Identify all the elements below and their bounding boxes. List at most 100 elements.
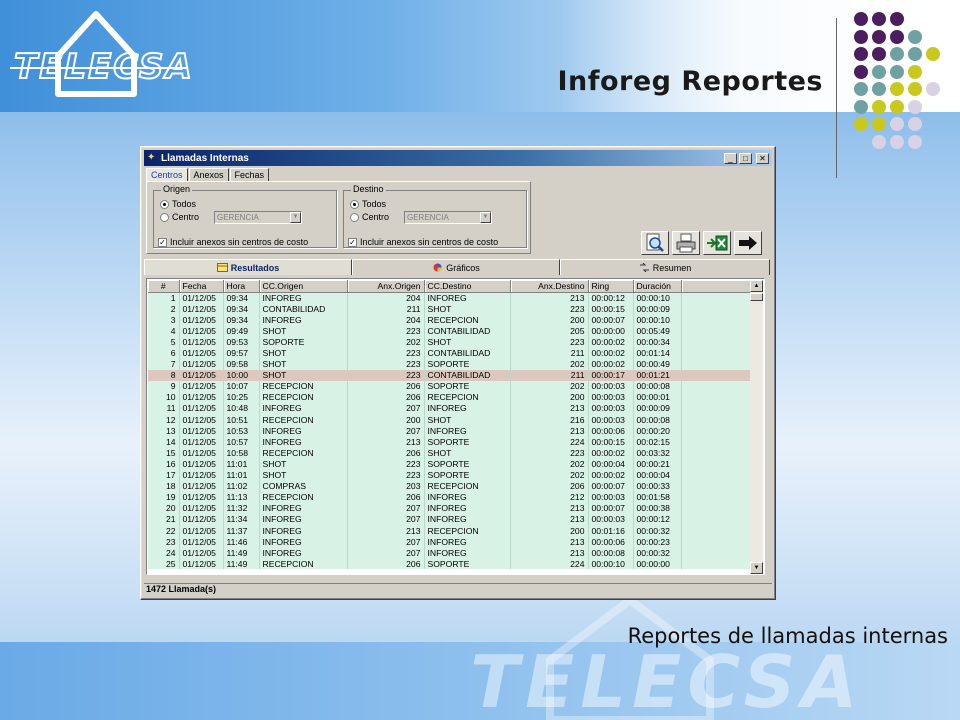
table-row[interactable]: 21 01/12/05 11:34 INFOREG 207 INFOREG 213 00:00… [148, 513, 751, 525]
decorative-dot [890, 12, 904, 26]
tab-anexos[interactable]: Anexos [188, 168, 229, 182]
table-cell: RECEPCION [259, 558, 348, 570]
origin-all-radio[interactable]: Todos [160, 199, 196, 209]
col-header-duracion[interactable]: Duración [633, 280, 682, 293]
col-header-anx-origen[interactable]: Anx.Origen [347, 280, 425, 293]
scroll-down-icon[interactable]: ▼ [750, 562, 763, 574]
destination-include-checkbox[interactable]: ✓ Incluir anexos sin centros de costo [348, 237, 498, 247]
table-cell-filler [681, 369, 751, 381]
table-row[interactable]: 15 01/12/05 10:58 RECEPCION 206 SHOT 223 00:00:… [148, 447, 751, 459]
table-row[interactable]: 1 01/12/05 09:34 INFOREG 204 INFOREG 213 00:00:… [148, 292, 751, 304]
table-row[interactable]: 3 01/12/05 09:34 INFOREG 204 RECEPCION 200 00:0… [148, 314, 751, 326]
table-row[interactable]: 7 01/12/05 09:58 SHOT 223 SOPORTE 202 00:00:02 0… [148, 358, 751, 370]
table-cell: 207 [347, 502, 425, 514]
table-cell: 207 [347, 402, 425, 415]
table-cell: 223 [347, 469, 425, 481]
table-row[interactable]: 12 01/12/05 10:51 RECEPCION 200 SHOT 216 00:00:… [148, 414, 751, 426]
table-cell: 204 [347, 314, 425, 326]
col-header-hora[interactable]: Hora [223, 280, 260, 293]
destination-center-radio[interactable]: Centro [350, 212, 389, 222]
table-row[interactable]: 11 01/12/05 10:48 INFOREG 207 INFOREG 213 00:00… [148, 402, 751, 415]
tab-centros[interactable]: Centros [146, 168, 188, 182]
chevron-down-icon[interactable]: ▼ [290, 212, 301, 223]
table-cell: RECEPCION [424, 314, 511, 326]
table-row[interactable]: 10 01/12/05 10:25 RECEPCION 206 RECEPCION 200 0… [148, 391, 751, 403]
tab-resumen[interactable]: Resumen [560, 259, 770, 275]
table-cell: 00:00:17 [588, 369, 634, 381]
tab-fechas[interactable]: Fechas [229, 168, 270, 182]
table-row[interactable]: 5 01/12/05 09:53 SOPORTE 202 SHOT 223 00:00:02 0… [148, 336, 751, 348]
table-row[interactable]: 14 01/12/05 10:57 INFOREG 213 SOPORTE 224 00:00… [148, 436, 751, 448]
chevron-down-icon[interactable]: ▼ [480, 212, 491, 223]
maximize-button[interactable]: □ [739, 152, 752, 164]
table-row[interactable]: 2 01/12/05 09:34 CONTABILIDAD 211 SHOT 223 00:0… [148, 303, 751, 315]
table-cell: 00:00:21 [633, 458, 682, 470]
col-header-anx-destino[interactable]: Anx.Destino [510, 280, 589, 293]
scroll-thumb[interactable] [750, 293, 763, 301]
table-cell: 01/12/05 [179, 292, 224, 304]
table-cell: 11:02 [223, 480, 260, 492]
close-button[interactable]: ✕ [756, 152, 769, 164]
origin-include-checkbox[interactable]: ✓ Incluir anexos sin centros de costo [158, 237, 308, 247]
table-row[interactable]: 23 01/12/05 11:46 INFOREG 207 INFOREG 213 00:00… [148, 536, 751, 548]
vertical-scrollbar[interactable]: ▲ ▼ [750, 280, 763, 574]
table-row[interactable]: 19 01/12/05 11:13 RECEPCION 206 INFOREG 212 00:… [148, 491, 751, 503]
destination-center-combo[interactable]: GERENCIA ▼ [404, 211, 492, 224]
table-row[interactable]: 6 01/12/05 09:57 SHOT 223 CONTABILIDAD 211 00:0… [148, 347, 751, 359]
tab-resultados[interactable]: Resultados [144, 259, 352, 275]
table-row[interactable]: 20 01/12/05 11:32 INFOREG 207 INFOREG 213 00:00… [148, 502, 751, 514]
col-header-fecha[interactable]: Fecha [179, 280, 224, 293]
table-cell: 20 [148, 502, 180, 514]
table-cell: RECEPCION [424, 480, 511, 492]
exit-button[interactable] [734, 231, 762, 255]
table-cell: 211 [510, 347, 589, 359]
table-row[interactable]: 4 01/12/05 09:49 SHOT 223 CONTABILIDAD 205 00:0… [148, 325, 751, 337]
tab-graficos[interactable]: Gráficos [352, 259, 560, 275]
col-header-cc-origen[interactable]: CC.Origen [259, 280, 348, 293]
status-bar: 1472 Llamada(s) [144, 583, 772, 597]
origin-center-radio[interactable]: Centro [160, 212, 199, 222]
table-cell-filler [681, 314, 751, 326]
table-cell: 00:00:01 [633, 391, 682, 403]
table-cell: 00:03:32 [633, 447, 682, 459]
table-cell: 00:01:21 [633, 369, 682, 381]
window-titlebar[interactable]: ✦ Llamadas Internas _ □ ✕ [144, 150, 772, 166]
table-cell: 11:49 [223, 558, 260, 570]
table-row[interactable]: 25 01/12/05 11:49 RECEPCION 206 SOPORTE 224 00:… [148, 558, 751, 570]
search-button[interactable] [641, 231, 669, 255]
table-cell: 21 [148, 513, 180, 525]
col-header-ring[interactable]: Ring [588, 280, 634, 293]
table-row[interactable]: 16 01/12/05 11:01 SHOT 223 SOPORTE 202 00:00:04… [148, 458, 751, 470]
telecsa-logo: TELECSA [10, 11, 190, 97]
print-button[interactable] [672, 231, 700, 255]
col-header-number[interactable]: # [148, 280, 180, 293]
minimize-button[interactable]: _ [724, 152, 737, 164]
table-cell: 01/12/05 [179, 336, 224, 348]
table-row[interactable]: 22 01/12/05 11:37 INFOREG 213 RECEPCION 200 00:… [148, 524, 751, 537]
table-row[interactable]: 18 01/12/05 11:02 COMPRAS 203 RECEPCION 206 00:… [148, 480, 751, 492]
table-cell: 11:01 [223, 469, 260, 481]
table-row[interactable]: 13 01/12/05 10:53 INFOREG 207 INFOREG 213 00:00… [148, 425, 751, 437]
decorative-dot [872, 64, 886, 79]
table-row[interactable]: 9 01/12/05 10:07 RECEPCION 206 SOPORTE 202 00:0… [148, 380, 751, 392]
table-cell: 00:00:03 [588, 402, 634, 415]
col-header-cc-destino[interactable]: CC.Destino [424, 280, 511, 293]
table-cell: SOPORTE [424, 558, 511, 570]
destination-all-radio[interactable]: Todos [350, 199, 386, 209]
table-row[interactable]: 17 01/12/05 11:01 SHOT 223 SOPORTE 202 00:00:02… [148, 469, 751, 481]
export-excel-button[interactable] [703, 231, 731, 255]
decorative-dot [854, 29, 868, 44]
table-row[interactable]: 8 01/12/05 10:00 SHOT 223 CONTABILIDAD 211 00:0… [148, 369, 751, 381]
table-row[interactable]: 24 01/12/05 11:49 INFOREG 207 INFOREG 213 00:00… [148, 547, 751, 559]
results-grid[interactable]: # Fecha Hora CC.Origen Anx.Origen CC.Des… [146, 278, 765, 575]
table-cell: 00:00:02 [588, 347, 634, 359]
table-cell: 223 [347, 369, 425, 381]
table-cell: 223 [347, 325, 425, 337]
table-cell: 00:00:03 [588, 391, 634, 403]
scroll-up-icon[interactable]: ▲ [750, 280, 763, 292]
origin-group: Origen Todos Centro GERENCIA ▼ ✓ Incluir… [153, 184, 337, 248]
decorative-dot [872, 99, 886, 114]
table-cell: 10:53 [223, 425, 260, 437]
origin-center-combo[interactable]: GERENCIA ▼ [214, 211, 302, 224]
decorative-dot [854, 12, 868, 26]
